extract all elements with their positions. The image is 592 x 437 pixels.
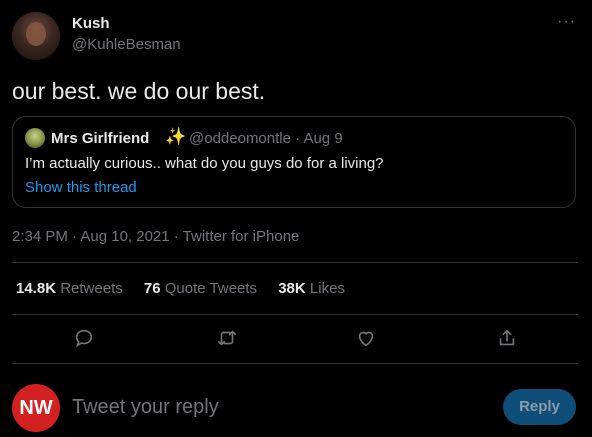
share-icon[interactable] bbox=[496, 327, 520, 351]
author-name[interactable]: Kush bbox=[72, 15, 110, 32]
engagement-stats: 14.8K Retweets 76 Quote Tweets 38K Likes bbox=[16, 280, 362, 297]
divider bbox=[12, 262, 578, 263]
quote-tweets-stat[interactable]: 76 Quote Tweets bbox=[144, 280, 257, 297]
retweets-label: Retweets bbox=[60, 280, 123, 297]
current-user-avatar[interactable]: NW bbox=[12, 384, 60, 432]
author-handle[interactable]: @KuhleBesman bbox=[72, 36, 181, 53]
author-avatar[interactable] bbox=[12, 12, 60, 60]
reply-button[interactable]: Reply bbox=[503, 389, 576, 425]
retweets-count: 14.8K bbox=[16, 280, 57, 297]
quote-tweets-label: Quote Tweets bbox=[164, 280, 258, 297]
quote-author-name: Mrs Girlfriend bbox=[51, 130, 150, 147]
retweets-stat[interactable]: 14.8K Retweets bbox=[16, 280, 123, 297]
like-icon[interactable] bbox=[355, 327, 379, 351]
tweet-text: our best. we do our best. bbox=[12, 78, 266, 104]
reply-input[interactable] bbox=[72, 392, 472, 422]
likes-label: Likes bbox=[309, 280, 345, 297]
quote-avatar bbox=[25, 128, 45, 148]
quoted-tweet[interactable]: Mrs Girlfriend ✨ @oddeomontle · Aug 9 I’… bbox=[12, 116, 576, 208]
likes-count: 38K bbox=[278, 280, 306, 297]
quote-tweets-count: 76 bbox=[143, 280, 161, 297]
reply-icon[interactable] bbox=[73, 327, 97, 351]
retweet-icon[interactable] bbox=[216, 327, 240, 351]
tweet-timestamp[interactable]: 2:34 PM · Aug 10, 2021 · Twitter for iPh… bbox=[12, 228, 299, 245]
quote-text: I’m actually curious.. what do you guys … bbox=[25, 155, 384, 172]
divider bbox=[12, 363, 578, 364]
more-options-icon[interactable]: ··· bbox=[557, 14, 576, 30]
divider bbox=[12, 314, 578, 315]
likes-stat[interactable]: 38K Likes bbox=[278, 280, 345, 297]
sparkle-icon: ✨ bbox=[165, 127, 187, 146]
show-thread-link[interactable]: Show this thread bbox=[25, 179, 137, 196]
quote-handle-date: @oddeomontle · Aug 9 bbox=[189, 130, 343, 147]
